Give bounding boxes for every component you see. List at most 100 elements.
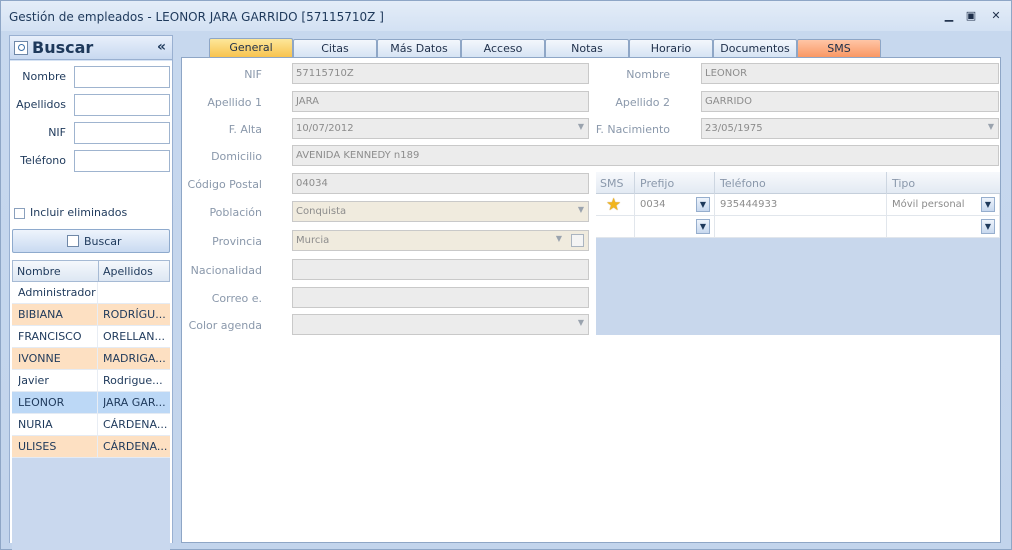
provincia-search-icon[interactable]	[571, 234, 584, 247]
column-header-apellidos[interactable]: Apellidos	[103, 265, 153, 278]
search-pane: Buscar « Nombre Apellidos NIF Teléfono I…	[9, 35, 173, 550]
table-row[interactable]: FRANCISCO ORELLAN...	[12, 326, 170, 348]
falta-date-picker[interactable]: 10/07/2012 ▼	[292, 118, 589, 139]
tab-citas[interactable]: Citas	[293, 39, 377, 58]
column-header-prefijo[interactable]: Prefijo	[640, 177, 674, 190]
fnac-dropdown-icon[interactable]: ▼	[988, 122, 994, 131]
table-row[interactable]: IVONNE MADRIGA...	[12, 348, 170, 370]
row-apellidos: ORELLAN...	[103, 330, 166, 343]
correo-field[interactable]	[292, 287, 589, 308]
row-apellidos: JARA GAR...	[103, 396, 166, 409]
column-header-tipo[interactable]: Tipo	[892, 177, 915, 190]
search-pane-title: Buscar	[32, 38, 94, 57]
cp-field-label: Código Postal	[187, 178, 262, 191]
phone-row[interactable]: ★ 0034 ▼ 935444933 Móvil personal ▼	[596, 194, 1000, 216]
title-bar: Gestión de empleados - LEONOR JARA GARRI…	[1, 1, 1011, 31]
employee-grid-header: Nombre Apellidos	[12, 260, 170, 282]
phone-telefono-cell[interactable]: 935444933	[715, 194, 887, 216]
nombre-field[interactable]: LEONOR	[701, 63, 999, 84]
minimize-icon[interactable]: ▁	[941, 9, 957, 23]
include-deleted-label[interactable]: Incluir eliminados	[30, 206, 127, 219]
table-row[interactable]: BIBIANA RODRÍGU...	[12, 304, 170, 326]
tab-notas[interactable]: Notas	[545, 39, 629, 58]
employee-grid-empty-area	[12, 458, 170, 550]
main-window: Gestión de empleados - LEONOR JARA GARRI…	[0, 0, 1012, 550]
phone-tipo-cell[interactable]: Móvil personal ▼	[887, 194, 1000, 216]
search-pane-header: Buscar «	[10, 36, 172, 60]
poblacion-dropdown-icon[interactable]: ▼	[578, 205, 584, 214]
tipo-dropdown-icon[interactable]: ▼	[981, 197, 995, 212]
nif-label: NIF	[48, 126, 66, 139]
phone-sms-cell[interactable]	[596, 216, 635, 238]
column-header-telefono[interactable]: Teléfono	[720, 177, 766, 190]
table-row[interactable]: LEONOR JARA GAR...	[12, 392, 170, 414]
phone-tipo-value: Móvil personal	[892, 199, 965, 210]
row-nombre: IVONNE	[18, 352, 61, 365]
table-row[interactable]: Javier Rodrigue...	[12, 370, 170, 392]
search-apellidos-input[interactable]	[74, 94, 170, 116]
search-nif-input[interactable]	[74, 122, 170, 144]
poblacion-combo[interactable]: Conquista ▼	[292, 201, 589, 222]
phone-tipo-cell[interactable]: ▼	[887, 216, 1000, 238]
cp-field[interactable]: 04034	[292, 173, 589, 194]
row-apellidos: MADRIGA...	[103, 352, 166, 365]
fnac-value: 23/05/1975	[705, 123, 763, 134]
row-nombre: NURIA	[18, 418, 53, 431]
nif-field[interactable]: 57115710Z	[292, 63, 589, 84]
search-button-label: Buscar	[84, 235, 122, 248]
tab-sms[interactable]: SMS	[797, 39, 881, 58]
general-panel: NIF 57115710Z Nombre LEONOR Apellido 1 J…	[181, 57, 1001, 543]
table-row[interactable]: NURIA CÁRDENA...	[12, 414, 170, 436]
close-icon[interactable]: ✕	[988, 9, 1004, 23]
row-apellidos: CÁRDENA...	[103, 440, 168, 453]
search-button[interactable]: Buscar	[12, 229, 170, 253]
column-header-sms[interactable]: SMS	[600, 177, 623, 190]
restore-icon[interactable]: ▣	[963, 9, 979, 23]
tab-acceso[interactable]: Acceso	[461, 39, 545, 58]
falta-value: 10/07/2012	[296, 123, 354, 134]
poblacion-field-label: Población	[209, 206, 262, 219]
search-pane-body: Nombre Apellidos NIF Teléfono Incluir el…	[10, 61, 172, 550]
fnac-date-picker[interactable]: 23/05/1975 ▼	[701, 118, 999, 139]
table-row[interactable]: ULISES CÁRDENA...	[12, 436, 170, 458]
provincia-combo[interactable]: Murcia ▼	[292, 230, 589, 251]
search-telefono-input[interactable]	[74, 150, 170, 172]
include-deleted-checkbox[interactable]	[14, 208, 25, 219]
phone-prefijo-cell[interactable]: ▼	[635, 216, 715, 238]
phone-prefijo-cell[interactable]: 0034 ▼	[635, 194, 715, 216]
provincia-dropdown-icon[interactable]: ▼	[556, 234, 562, 243]
color-agenda-combo[interactable]: ▼	[292, 314, 589, 335]
tipo-dropdown-icon[interactable]: ▼	[981, 219, 995, 234]
tab-horario[interactable]: Horario	[629, 39, 713, 58]
nombre-field-label: Nombre	[626, 68, 670, 81]
phone-row[interactable]: ▼ ▼	[596, 216, 1000, 238]
tab-mas-datos[interactable]: Más Datos	[377, 39, 461, 58]
column-header-nombre[interactable]: Nombre	[17, 265, 61, 278]
phone-prefijo-value: 0034	[640, 199, 666, 210]
apellido1-field[interactable]: JARA	[292, 91, 589, 112]
nacionalidad-field[interactable]	[292, 259, 589, 280]
nacionalidad-field-label: Nacionalidad	[190, 264, 262, 277]
color-agenda-dropdown-icon[interactable]: ▼	[578, 318, 584, 327]
collapse-pane-icon[interactable]: «	[157, 39, 166, 55]
falta-field-label: F. Alta	[228, 123, 262, 136]
search-nombre-input[interactable]	[74, 66, 170, 88]
tab-documentos[interactable]: Documentos	[713, 39, 797, 58]
domicilio-field[interactable]: AVENIDA KENNEDY n189	[292, 145, 999, 166]
prefijo-dropdown-icon[interactable]: ▼	[696, 219, 710, 234]
row-nombre: Administrador	[18, 286, 96, 299]
table-row[interactable]: Administrador	[12, 282, 170, 304]
phone-sms-cell[interactable]: ★	[596, 194, 635, 216]
prefijo-dropdown-icon[interactable]: ▼	[696, 197, 710, 212]
search-icon	[14, 41, 28, 55]
phones-grid-header: SMS Prefijo Teléfono Tipo	[596, 172, 1000, 194]
star-icon[interactable]: ★	[606, 195, 621, 215]
row-apellidos: CÁRDENA...	[103, 418, 168, 431]
row-nombre: FRANCISCO	[18, 330, 82, 343]
telefono-label: Teléfono	[20, 154, 66, 167]
apellido2-field[interactable]: GARRIDO	[701, 91, 999, 112]
domicilio-field-label: Domicilio	[211, 150, 262, 163]
tab-general[interactable]: General	[209, 38, 293, 58]
row-nombre: Javier	[18, 374, 49, 387]
phone-telefono-cell[interactable]	[715, 216, 887, 238]
